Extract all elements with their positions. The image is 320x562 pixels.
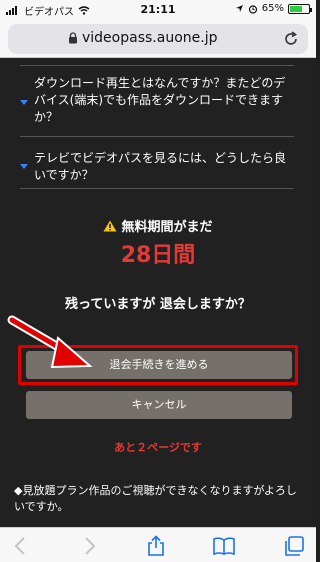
- reload-icon[interactable]: [282, 30, 300, 48]
- tabs-icon[interactable]: [283, 535, 305, 557]
- divider: [20, 188, 294, 189]
- alarm-icon: [248, 4, 257, 14]
- back-icon[interactable]: [10, 535, 32, 557]
- browser-toolbar: [0, 527, 316, 562]
- unsubscribe-question: 残っていますが 退会しますか？: [65, 297, 251, 312]
- battery-percent: 65%: [261, 3, 284, 14]
- plan-notice: ◆見放題プラン作品のご視聴ができなくなりますがよろしいですか。: [14, 484, 297, 513]
- share-icon[interactable]: [145, 535, 167, 557]
- faq-item-download[interactable]: ダウンロード再生とはなんですか？またどのデバイス(端末)でも作品をダウンロードで…: [34, 75, 296, 126]
- free-period-warning: 無料期間がまだ: [0, 216, 316, 235]
- cancel-button[interactable]: キャンセル: [26, 391, 292, 419]
- forward-icon[interactable]: [78, 535, 100, 557]
- page-content: ダウンロード再生とはなんですか？またどのデバイス(端末)でも作品をダウンロードで…: [0, 59, 316, 527]
- chevron-down-icon[interactable]: [20, 164, 28, 169]
- pages-remaining-text: あと２ページです: [114, 441, 202, 454]
- divider: [20, 136, 294, 137]
- warning-icon: [103, 220, 117, 232]
- battery-fill: [290, 5, 302, 12]
- address-bar[interactable]: videopass.auone.jp: [8, 24, 308, 54]
- divider: [20, 65, 294, 66]
- warning-text: 無料期間がまだ: [121, 220, 213, 235]
- bookmarks-icon[interactable]: [213, 535, 235, 557]
- status-bar: ビデオパス 21:11 65%: [0, 0, 316, 20]
- status-right: 65%: [235, 3, 312, 14]
- browser-address-area: videopass.auone.jp: [0, 20, 316, 58]
- highlight-frame: [18, 345, 298, 385]
- battery-icon: [288, 3, 312, 14]
- location-icon: [235, 5, 243, 12]
- lock-icon: [69, 32, 77, 44]
- chevron-down-icon[interactable]: [20, 100, 28, 105]
- days-remaining: 28日間: [120, 243, 196, 268]
- faq-item-tv[interactable]: テレビでビデオパスを見るには、どうしたら良いですか？: [34, 150, 296, 184]
- url-text: videopass.auone.jp: [82, 30, 218, 46]
